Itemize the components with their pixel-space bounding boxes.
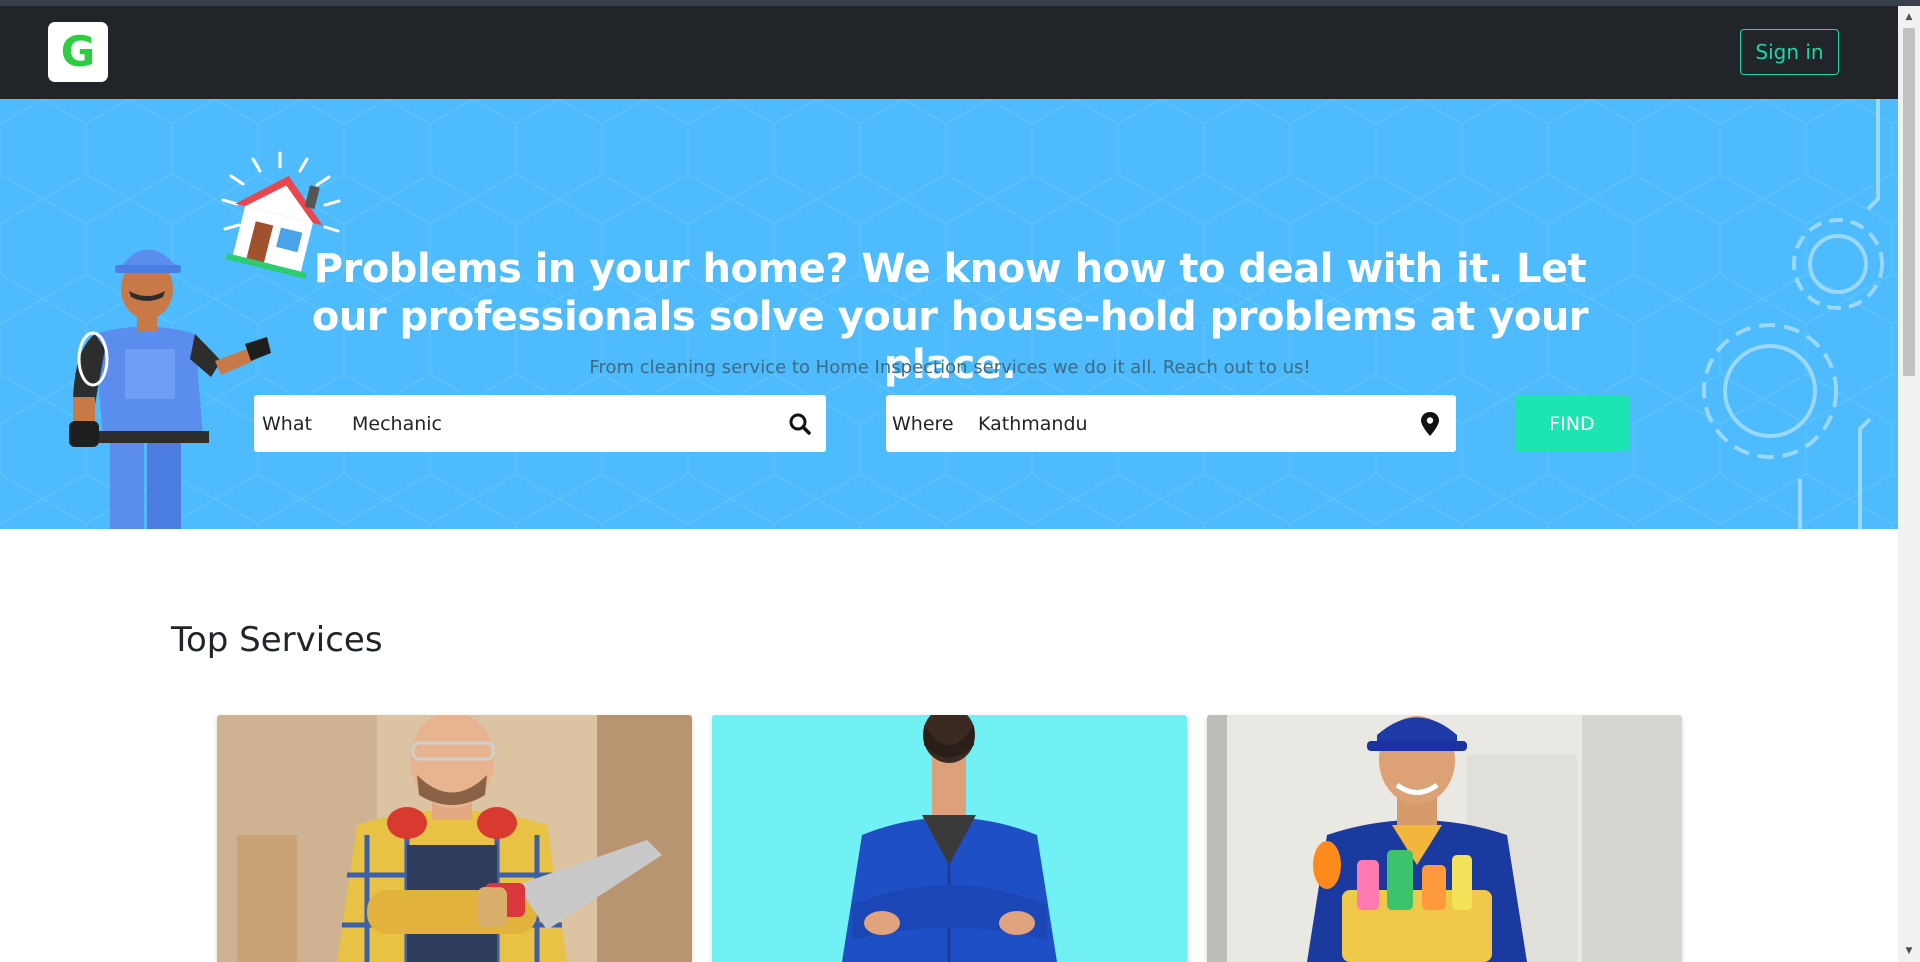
navbar: G Sign in xyxy=(0,6,1898,99)
where-label: Where xyxy=(892,412,954,435)
scroll-down-arrow-icon[interactable]: ▼ xyxy=(1904,946,1914,956)
sign-in-button[interactable]: Sign in xyxy=(1740,29,1839,75)
where-search-box: Where xyxy=(886,395,1456,452)
logo-letter: G xyxy=(60,27,96,76)
what-label: What xyxy=(262,412,312,435)
cleaner-image xyxy=(1207,715,1682,962)
scroll-up-arrow-icon[interactable]: ▲ xyxy=(1904,12,1914,22)
search-icon[interactable] xyxy=(780,404,820,444)
top-services-heading: Top Services xyxy=(171,620,383,660)
vertical-scrollbar[interactable]: ▲ ▼ xyxy=(1898,6,1920,962)
what-input[interactable] xyxy=(352,412,780,435)
what-search-box: What xyxy=(254,395,826,452)
service-card-cleaning[interactable] xyxy=(1207,715,1682,962)
hero-banner: Problems in your home? We know how to de… xyxy=(0,99,1898,529)
find-button[interactable]: FIND xyxy=(1515,396,1629,451)
where-input[interactable] xyxy=(978,412,1410,435)
scrollbar-thumb[interactable] xyxy=(1903,28,1915,376)
logo-link[interactable]: G xyxy=(48,22,108,82)
service-card-mechanic[interactable] xyxy=(712,715,1187,962)
hero-subtitle: From cleaning service to Home Inspection… xyxy=(589,357,1311,378)
service-card-carpenter[interactable] xyxy=(217,715,692,962)
carpenter-image xyxy=(217,715,692,962)
mechanic-image xyxy=(712,715,1187,962)
map-pin-icon[interactable] xyxy=(1410,404,1450,444)
